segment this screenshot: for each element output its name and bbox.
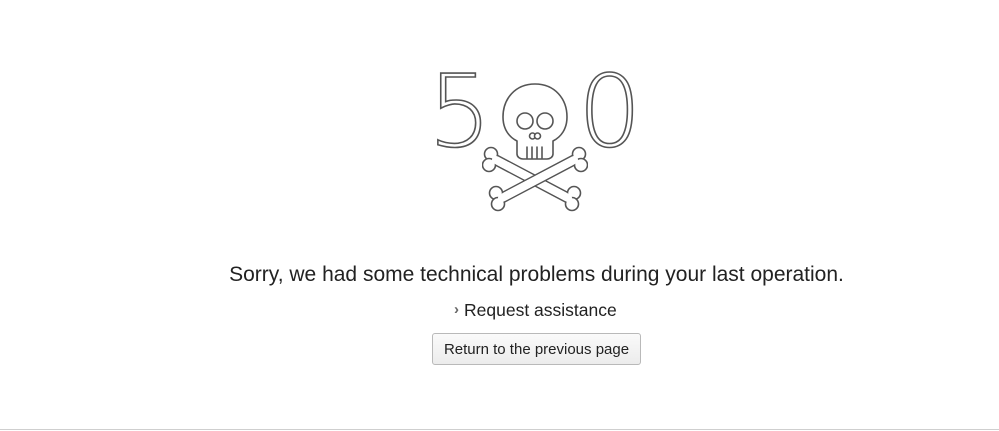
return-to-previous-page-button[interactable]: Return to the previous page bbox=[432, 333, 641, 365]
request-assistance-link[interactable]: › Request assistance bbox=[454, 300, 617, 321]
error-code-graphic: 5 0 bbox=[420, 53, 650, 212]
footer-divider bbox=[0, 429, 999, 430]
skull-and-crossbones-icon bbox=[482, 83, 588, 212]
chevron-right-icon: › bbox=[454, 301, 459, 318]
error-message: Sorry, we had some technical problems du… bbox=[229, 263, 844, 286]
request-assistance-label: Request assistance bbox=[464, 300, 617, 320]
error-page: 5 0 Sorry, we had some technical problem… bbox=[0, 0, 999, 431]
error-digit-right: 0 bbox=[577, 53, 642, 170]
